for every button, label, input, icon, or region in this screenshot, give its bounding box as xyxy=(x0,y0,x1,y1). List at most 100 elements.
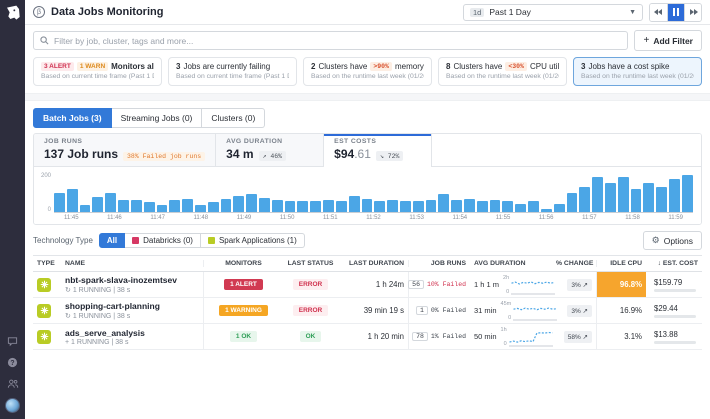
col-header-last-duration[interactable]: LAST DURATION xyxy=(338,260,408,267)
type-cell xyxy=(33,272,61,297)
tech-filter-all[interactable]: All xyxy=(99,233,125,248)
forward-button[interactable] xyxy=(684,4,701,21)
avg-duration-sparkline: 45m0 xyxy=(501,301,558,321)
chart-bar xyxy=(221,199,232,212)
stat-job-runs[interactable]: JOB RUNS 137 Job runs 38% Failed job run… xyxy=(34,134,216,167)
ok-badge[interactable]: 1 OK xyxy=(230,331,257,342)
alert-badge[interactable]: 1 ALERT xyxy=(224,279,263,290)
table-row[interactable]: shopping-cart-planning ↻ 1 RUNNING | 38 … xyxy=(33,298,702,324)
status-badge: ERROR xyxy=(293,279,328,290)
main-content: β Data Jobs Monitoring 1d Past 1 Day ▼ xyxy=(25,0,710,419)
col-header-est-cost[interactable]: ↓ EST. COST xyxy=(646,260,702,267)
chart-bar xyxy=(131,200,142,212)
col-header-last-status[interactable]: LAST STATUS xyxy=(283,260,338,267)
chart-bar xyxy=(528,201,539,212)
chat-icon[interactable] xyxy=(7,335,19,347)
search-input[interactable] xyxy=(54,36,621,46)
metrics-panel: JOB RUNS 137 Job runs 38% Failed job run… xyxy=(33,133,702,225)
chart-bar xyxy=(643,183,654,212)
databricks-color-swatch xyxy=(132,237,139,244)
user-avatar[interactable] xyxy=(5,398,20,413)
tab-streaming-jobs[interactable]: Streaming Jobs (0) xyxy=(112,108,203,128)
gear-icon: ⚙ xyxy=(652,235,660,246)
col-header-job-runs[interactable]: JOB RUNS xyxy=(408,260,470,267)
col-header-name[interactable]: NAME xyxy=(61,260,203,267)
chart-bar xyxy=(182,199,193,212)
search-icon xyxy=(40,32,49,50)
idle-cpu-cell: 3.1% xyxy=(596,324,646,349)
job-runs-chart[interactable]: 200 0 11:4511:4611:4711:4811:4911:5011:5… xyxy=(34,167,701,224)
tab-clusters[interactable]: Clusters (0) xyxy=(202,108,265,128)
card-jobs-failing[interactable]: 3 Jobs are currently failing Based on cu… xyxy=(168,57,297,86)
col-header-type[interactable]: TYPE xyxy=(33,260,61,267)
x-axis-label: 11:52 xyxy=(366,215,381,221)
chart-bar xyxy=(157,205,168,212)
warning-badge[interactable]: 1 WARNING xyxy=(219,305,268,316)
tech-filter-databricks[interactable]: Databricks (0) xyxy=(125,233,201,248)
users-icon[interactable] xyxy=(7,377,19,389)
chart-bar xyxy=(682,175,693,212)
help-icon[interactable]: ? xyxy=(7,356,19,368)
chart-bar xyxy=(285,201,296,212)
cost-bar xyxy=(654,315,696,318)
col-header-monitors[interactable]: MONITORS xyxy=(203,260,283,267)
time-range-label: Past 1 Day xyxy=(489,7,531,17)
avg-duration-sparkline: 2h0 xyxy=(503,275,555,295)
chart-bar xyxy=(118,200,129,212)
col-header-idle-cpu[interactable]: IDLE CPU xyxy=(596,260,646,267)
change-cell: 3% ↗ xyxy=(552,272,596,297)
search-box[interactable] xyxy=(33,31,628,50)
card-title: Jobs have a cost spike xyxy=(588,62,669,71)
x-axis: 11:4511:4611:4711:4811:4911:5011:5111:52… xyxy=(54,213,693,221)
chart-bar xyxy=(208,202,219,212)
table-row[interactable]: nbt-spark-slava-inozemtsev ↻ 1 RUNNING |… xyxy=(33,272,702,298)
card-cost-spike[interactable]: 3 Jobs have a cost spike Based on the ru… xyxy=(573,57,702,86)
datadog-logo-icon[interactable] xyxy=(4,4,21,21)
card-memory-usage[interactable]: 2 Clusters have >90% memory usage Based … xyxy=(303,57,432,86)
top-bar: β Data Jobs Monitoring 1d Past 1 Day ▼ xyxy=(25,0,710,25)
job-name-cell[interactable]: nbt-spark-slava-inozemtsev ↻ 1 RUNNING |… xyxy=(61,272,203,297)
chart-bar xyxy=(246,194,257,212)
col-header-avg-duration[interactable]: AVG DURATION xyxy=(470,260,552,267)
card-monitors-alerting[interactable]: 3 ALERT 1 WARN Monitors alerting Based o… xyxy=(33,57,162,86)
last-status-cell: ERROR xyxy=(283,298,338,323)
alert-count-badge: 3 ALERT xyxy=(41,62,74,71)
view-tabs: Batch Jobs (3) Streaming Jobs (0) Cluste… xyxy=(25,101,710,128)
last-duration-cell: 39 min 19 s xyxy=(338,298,408,323)
chart-bar xyxy=(451,200,462,212)
pause-button[interactable] xyxy=(667,4,684,21)
x-axis-label: 11:59 xyxy=(668,215,683,221)
stat-est-costs[interactable]: EST COSTS $94.61 ↘ 72% xyxy=(324,134,432,167)
chart-bar xyxy=(656,187,667,212)
x-axis-label: 11:45 xyxy=(64,215,79,221)
x-axis-label: 11:48 xyxy=(194,215,209,221)
monitors-cell: 1 OK xyxy=(203,324,283,349)
last-status-cell: OK xyxy=(283,324,338,349)
chart-bar xyxy=(618,177,629,212)
card-cpu-utilization[interactable]: 8 Clusters have <30% CPU utilization Bas… xyxy=(438,57,567,86)
stat-avg-duration[interactable]: AVG DURATION 34 m ↗ 46% xyxy=(216,134,324,167)
rewind-button[interactable] xyxy=(650,4,667,21)
chart-bar xyxy=(502,201,513,212)
job-runs-cell: 5610% Failed xyxy=(408,272,470,297)
app-root: ? β Data Jobs Monitoring 1d Past 1 Day ▼ xyxy=(0,0,710,419)
page-title: Data Jobs Monitoring xyxy=(51,6,163,18)
time-range-short-badge: 1d xyxy=(470,8,484,17)
job-name-cell[interactable]: shopping-cart-planning ↻ 1 RUNNING | 38 … xyxy=(61,298,203,323)
table-row[interactable]: ads_serve_analysis + 1 RUNNING | 38 s 1 … xyxy=(33,324,702,350)
search-row: + Add Filter xyxy=(25,25,710,55)
card-title: Jobs are currently failing xyxy=(183,62,270,71)
options-button[interactable]: ⚙ Options xyxy=(643,231,702,250)
technology-type-label: Technology Type xyxy=(33,236,93,245)
spark-color-swatch xyxy=(208,237,215,244)
card-title: Monitors alerting xyxy=(111,62,154,71)
chart-bar xyxy=(515,204,526,212)
chart-bar xyxy=(426,200,437,212)
add-filter-button[interactable]: + Add Filter xyxy=(634,30,702,51)
chart-bar xyxy=(413,201,424,212)
job-name-cell[interactable]: ads_serve_analysis + 1 RUNNING | 38 s xyxy=(61,324,203,349)
time-range-select[interactable]: 1d Past 1 Day ▼ xyxy=(463,4,643,21)
col-header-change[interactable]: % CHANGE xyxy=(552,260,596,267)
tech-filter-spark[interactable]: Spark Applications (1) xyxy=(201,233,305,248)
tab-batch-jobs[interactable]: Batch Jobs (3) xyxy=(33,108,112,128)
